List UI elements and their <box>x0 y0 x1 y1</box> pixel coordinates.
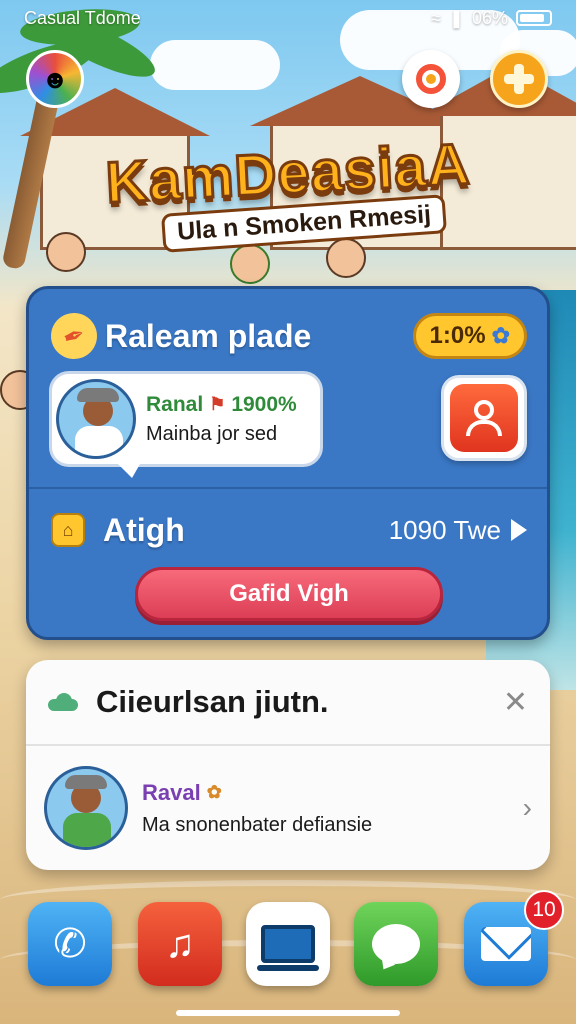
chat-message: Mainba jor sed <box>146 422 278 445</box>
profile-icon <box>450 384 518 452</box>
mail-badge: 10 <box>524 890 564 930</box>
chat-text: Ranal ⚑ 1900% Mainba jor sed <box>146 393 297 446</box>
player-avatar-icon[interactable]: ☻ <box>26 50 84 108</box>
notification-name-row: Raval ✿ <box>142 780 372 806</box>
card-header: ✒ Raleam plade 1:0% ✿ <box>44 306 527 366</box>
score-value: 1:0% <box>429 322 486 349</box>
music-icon[interactable]: ♫ <box>138 902 222 986</box>
add-button[interactable] <box>490 50 548 108</box>
gem-icon: ✿ <box>491 323 510 348</box>
messages-icon[interactable] <box>354 902 438 986</box>
section-label: Atigh <box>103 511 185 548</box>
chat-player-name: Ranal <box>146 392 204 416</box>
main-card: ✒ Raleam plade 1:0% ✿ Ranal ⚑ 1900% Main… <box>26 286 550 640</box>
card-title: Raleam plade <box>105 317 312 354</box>
signal-icon: ❚ <box>448 7 464 28</box>
feather-icon: ✒ <box>44 306 104 366</box>
house-badge-icon: ⌂ <box>51 513 85 547</box>
close-icon[interactable]: ✕ <box>503 685 528 720</box>
mail-icon[interactable]: 10 <box>464 890 564 986</box>
battery-icon <box>516 10 552 26</box>
player-chat-bubble[interactable]: Ranal ⚑ 1900% Mainba jor sed <box>49 371 323 478</box>
play-arrow-icon <box>511 519 527 541</box>
cloud-icon <box>48 693 78 711</box>
kid-character <box>326 238 366 278</box>
chevron-right-icon: › <box>522 792 532 823</box>
notification-row[interactable]: Raval ✿ Ma snonenbater defiansie › <box>26 746 550 870</box>
kid-character <box>46 232 86 272</box>
home-indicator[interactable] <box>176 1010 400 1016</box>
laptop-icon[interactable] <box>246 902 330 986</box>
avatar <box>44 766 128 850</box>
notification-name: Raval <box>142 779 201 805</box>
chat-icon[interactable] <box>402 50 460 108</box>
flag-icon: ⚑ <box>209 394 226 414</box>
avatar-hat <box>65 775 107 789</box>
signal-text: 06% <box>471 7 508 28</box>
status-app-name: Casual Tdome <box>24 7 141 28</box>
kid-character <box>230 244 270 284</box>
notification-card[interactable]: Ciieurlsan jiutn. ✕ Raval ✿ Ma snonenbat… <box>26 660 550 870</box>
profile-head <box>474 400 494 420</box>
divider <box>29 487 547 489</box>
notification-message: Ma snonenbater defiansie <box>142 813 373 836</box>
plus-icon <box>504 64 534 94</box>
status-bar: Casual Tdome ≈ ❚ 06% <box>0 0 576 36</box>
status-icons: ≈ ❚ 06% <box>431 8 552 29</box>
section-value: 1090 Twe <box>388 514 501 545</box>
phone-icon[interactable]: ✆ <box>28 902 112 986</box>
dock: ✆ ♫ 10 <box>0 890 576 990</box>
notification-title: Ciieurlsan jiutn. <box>96 684 329 719</box>
cookie-icon: ✿ <box>206 782 222 802</box>
profile-shoulders <box>466 420 502 436</box>
wifi-icon: ≈ <box>430 7 441 28</box>
section-value-group: 1090 Twe <box>389 515 527 546</box>
notification-header: Ciieurlsan jiutn. ✕ <box>26 660 550 746</box>
speech-bubble-shape <box>372 924 420 964</box>
section-row[interactable]: ⌂ Atigh 1090 Twe <box>51 505 527 555</box>
notification-text: Raval ✿ Ma snonenbater defiansie <box>142 780 372 837</box>
envelope-shape <box>481 927 531 961</box>
avatar-body <box>75 426 123 456</box>
chat-percent: 1900% <box>231 392 297 416</box>
chat-swirl-icon <box>416 64 446 94</box>
action-button[interactable]: Gafid Vigh <box>135 567 443 621</box>
laptop-shape <box>257 925 319 971</box>
avatar-body <box>63 813 111 847</box>
profile-camera-button[interactable] <box>441 375 527 461</box>
avatar-hat <box>77 388 119 402</box>
score-badge[interactable]: 1:0% ✿ <box>412 313 527 359</box>
avatar <box>56 379 136 459</box>
chat-name-row: Ranal ⚑ 1900% <box>146 393 297 417</box>
